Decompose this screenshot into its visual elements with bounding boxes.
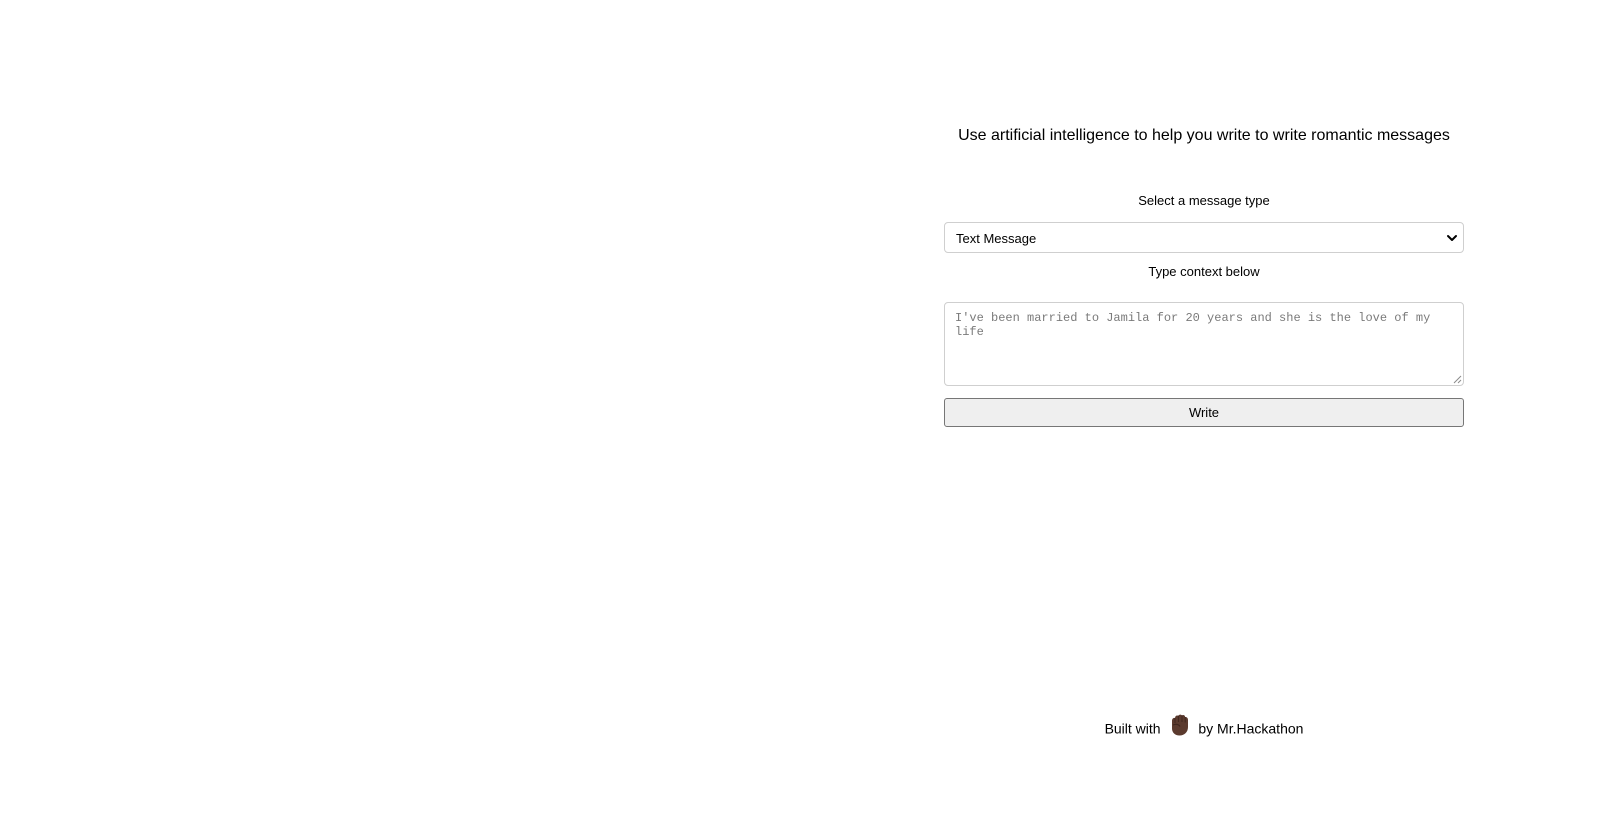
- context-textarea[interactable]: I've been married to Jamila for 20 years…: [944, 302, 1464, 386]
- raised-fist-icon: [1172, 714, 1189, 736]
- footer: Built with by Mr.Hackathon: [944, 712, 1464, 743]
- write-button[interactable]: Write: [944, 398, 1464, 427]
- footer-built-with: Built with: [1104, 720, 1161, 737]
- footer-author: by Mr.Hackathon: [1198, 720, 1304, 737]
- context-label: Type context below: [1148, 264, 1260, 279]
- message-type-selected-value: Text Message: [956, 231, 1037, 246]
- chevron-down-icon: [1447, 235, 1457, 241]
- resize-grip-icon[interactable]: [1453, 375, 1462, 384]
- page: Use artificial intelligence to help you …: [0, 0, 1600, 834]
- form-column: Use artificial intelligence to help you …: [944, 0, 1464, 834]
- page-headline: Use artificial intelligence to help you …: [958, 127, 1450, 144]
- message-type-select[interactable]: Text Message: [944, 222, 1464, 253]
- context-placeholder: I've been married to Jamila for 20 years…: [955, 311, 1431, 339]
- message-type-label: Select a message type: [1138, 193, 1270, 208]
